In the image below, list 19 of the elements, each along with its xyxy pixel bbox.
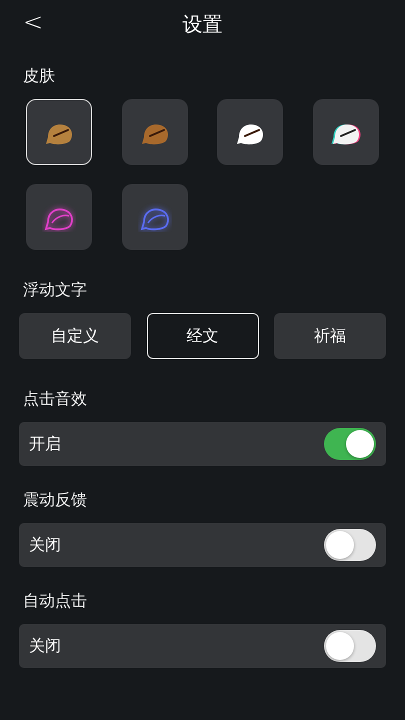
toggle-switch[interactable]: [324, 630, 376, 662]
section-label: 点击音效: [23, 389, 88, 410]
section-label: 皮肤: [23, 66, 56, 87]
section-label: 浮动文字: [23, 280, 88, 301]
skin-option[interactable]: [26, 99, 92, 165]
toggle-switch[interactable]: [324, 529, 376, 561]
page-title: 设置: [182, 10, 222, 38]
setting-value: 开启: [29, 434, 61, 454]
skin-option[interactable]: [217, 99, 284, 165]
text-option[interactable]: 祈福: [274, 313, 386, 359]
setting-value: 关闭: [29, 534, 61, 556]
text-option[interactable]: 经文: [146, 313, 258, 359]
toggle-switch[interactable]: [324, 428, 376, 460]
text-option[interactable]: 自定义: [19, 313, 131, 359]
section-label: 震动反馈: [23, 490, 88, 511]
section-label: 自动点击: [23, 591, 88, 612]
skin-option[interactable]: [312, 99, 379, 165]
setting-value: 关闭: [29, 636, 61, 656]
back-button[interactable]: <: [17, 8, 50, 36]
